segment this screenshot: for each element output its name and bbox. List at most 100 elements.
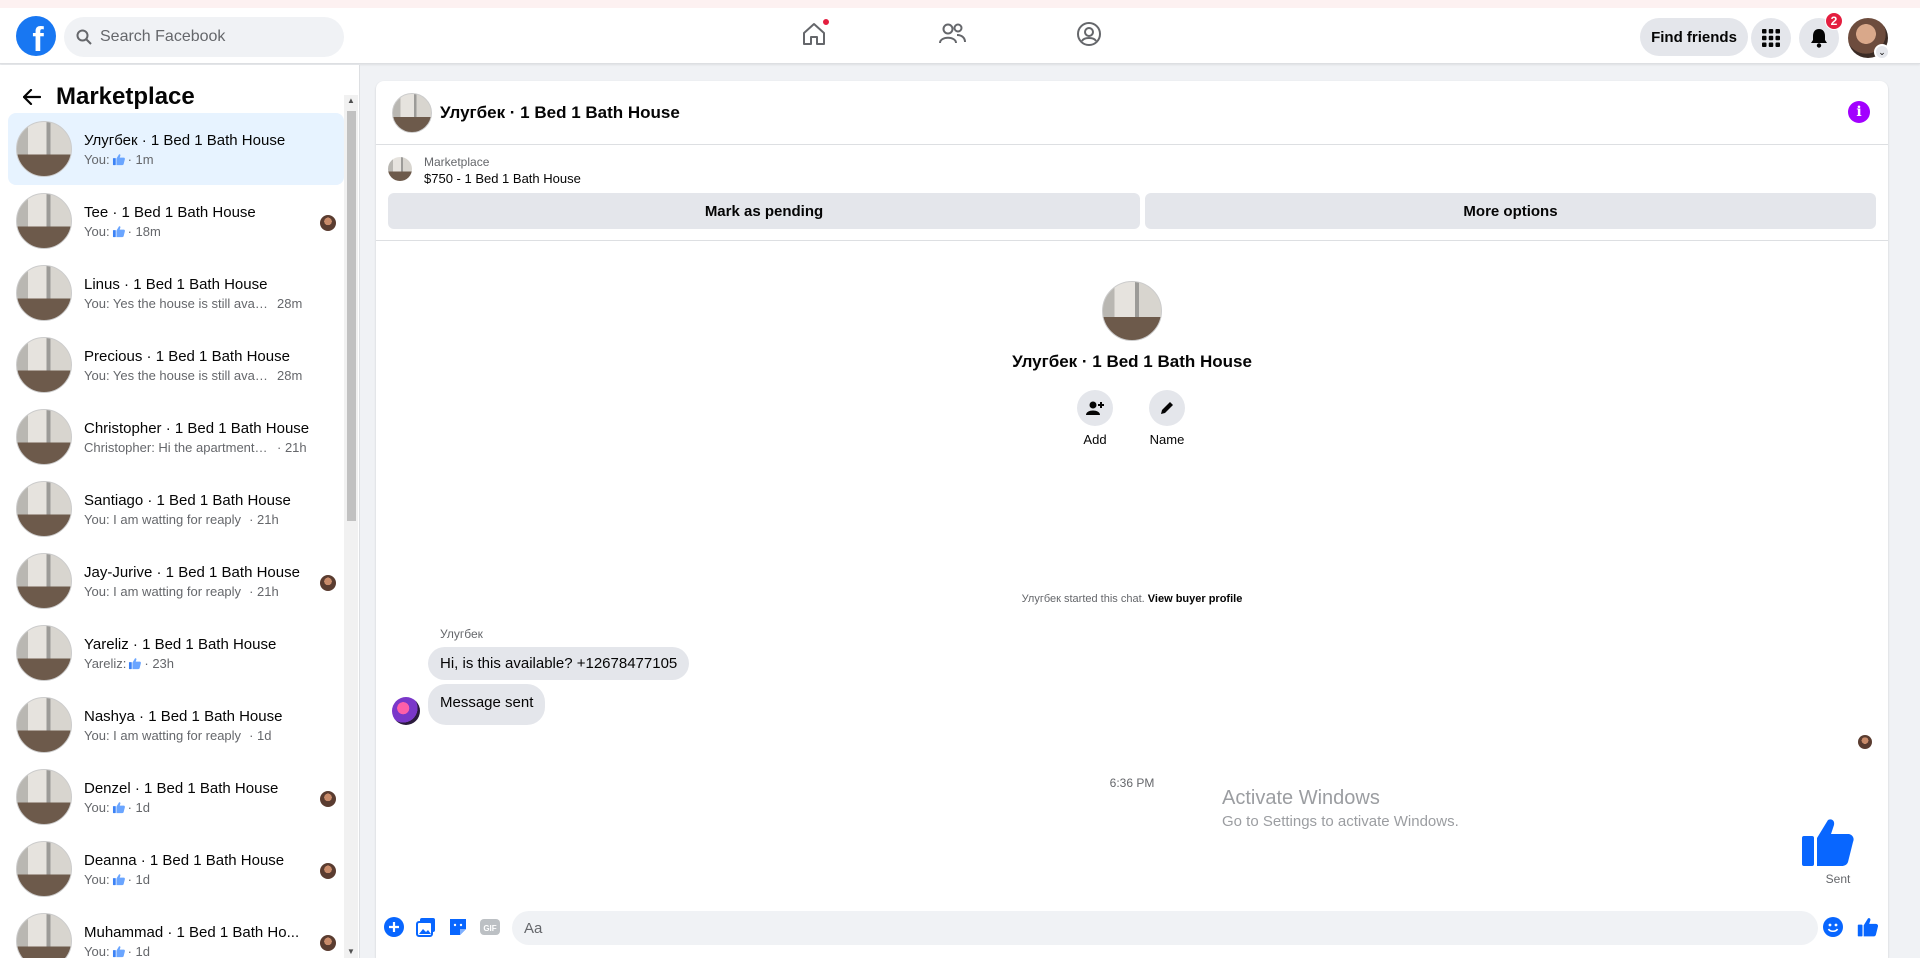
- friends-icon: [939, 23, 966, 44]
- listing-thumbnail[interactable]: [388, 157, 412, 181]
- sent-status-label: Sent: [1825, 872, 1851, 886]
- conversation-item[interactable]: Linus · 1 Bed 1 Bath House You: Yes the h…: [8, 257, 344, 329]
- add-person-icon: [1086, 401, 1104, 415]
- add-people-action[interactable]: Add: [1065, 390, 1125, 447]
- conversation-title: Precious · 1 Bed 1 Bath House: [84, 347, 290, 365]
- search-input[interactable]: [100, 28, 320, 46]
- conversation-text: Denzel · 1 Bed 1 Bath House You: · 1d: [84, 780, 314, 815]
- thumbs-up-icon: [1857, 918, 1879, 937]
- conversation-list: Улугбек · 1 Bed 1 Bath House You: · 1m Tee …: [8, 113, 344, 958]
- conversation-time: 28m: [277, 367, 303, 383]
- conversation-text: Tee · 1 Bed 1 Bath House You: · 18m: [84, 204, 314, 239]
- gif-button[interactable]: GIF: [480, 917, 500, 937]
- conversation-item[interactable]: Jay-Jurive · 1 Bed 1 Bath House You: I am…: [8, 545, 344, 617]
- message-sender-name: Улугбек: [440, 627, 483, 641]
- conversation-item[interactable]: Santiago · 1 Bed 1 Bath House You: I am w…: [8, 473, 344, 545]
- conversation-snippet: Yareliz: · 23h: [84, 656, 314, 671]
- panel-title: Marketplace: [56, 83, 195, 110]
- message-preview: You: I am watting for reaply: [84, 583, 242, 599]
- name-chat-action[interactable]: Name: [1137, 390, 1197, 447]
- chat-header-avatar[interactable]: [392, 92, 432, 133]
- conversation-time: · 21h: [277, 439, 307, 455]
- conversation-text: Jay-Jurive · 1 Bed 1 Bath House You: I am…: [84, 564, 314, 599]
- view-buyer-profile-link[interactable]: View buyer profile: [1148, 593, 1243, 605]
- name-label: Name: [1149, 432, 1185, 447]
- conversation-item[interactable]: Улугбек · 1 Bed 1 Bath House You: · 1m: [8, 113, 344, 185]
- seen-avatar: [320, 575, 336, 591]
- home-nav-button[interactable]: [800, 18, 830, 48]
- conversation-title: Yareliz · 1 Bed 1 Bath House: [84, 635, 277, 653]
- conversation-title: Santiago · 1 Bed 1 Bath House: [84, 491, 291, 509]
- conversation-title: Deanna · 1 Bed 1 Bath House: [84, 851, 285, 869]
- scrollbar-thumb[interactable]: [347, 111, 356, 521]
- message-preview: You: I am watting for reaply: [84, 727, 242, 743]
- chat-started-notice: Улугбек started this chat. View buyer pr…: [832, 593, 1432, 605]
- conversation-item[interactable]: Yareliz · 1 Bed 1 Bath House Yareliz: · 23…: [8, 617, 344, 689]
- sender-avatar[interactable]: [392, 697, 420, 725]
- seen-avatar: [320, 791, 336, 807]
- facebook-logo[interactable]: f: [16, 16, 56, 56]
- listing-thumbnail: [16, 193, 72, 249]
- attach-photo-button[interactable]: [416, 917, 436, 937]
- thumbs-up-icon: [112, 225, 125, 237]
- conversation-item[interactable]: Deanna · 1 Bed 1 Bath House You: · 1d: [8, 833, 344, 905]
- scrollbar[interactable]: ▲ ▼: [344, 95, 358, 958]
- marketplace-listing-bar: Marketplace $750 - 1 Bed 1 Bath House Ma…: [376, 145, 1888, 241]
- conversation-text: Santiago · 1 Bed 1 Bath House You: I am w…: [84, 492, 314, 527]
- emoji-icon: [1823, 917, 1843, 937]
- add-person-button[interactable]: [1077, 390, 1113, 426]
- conversation-snippet: You: · 1d: [84, 944, 314, 958]
- edit-name-button[interactable]: [1149, 390, 1185, 426]
- conversation-time: · 1d: [127, 799, 150, 815]
- chat-title[interactable]: Улугбек · 1 Bed 1 Bath House: [440, 103, 680, 123]
- emoji-button[interactable]: [1823, 917, 1843, 937]
- conversation-time: · 21h: [249, 583, 279, 599]
- more-actions-button[interactable]: [384, 917, 404, 937]
- conversation-time: · 1d: [127, 871, 150, 887]
- more-options-button[interactable]: More options: [1145, 193, 1876, 229]
- friends-nav-button[interactable]: [938, 20, 966, 48]
- back-button[interactable]: [14, 79, 50, 115]
- notifications-button[interactable]: 2: [1799, 12, 1843, 58]
- conversation-title: Улугбек · 1 Bed 1 Bath House: [84, 131, 286, 149]
- conversation-snippet: You: · 1m: [84, 152, 314, 167]
- conversation-item[interactable]: Christopher · 1 Bed 1 Bath House Christop…: [8, 401, 344, 473]
- listing-thumbnail: [16, 913, 72, 958]
- listing-thumbnail: [16, 481, 72, 537]
- message-bubble[interactable]: Hi, is this available? +12678477105: [428, 647, 690, 680]
- home-notification-dot: [822, 18, 830, 26]
- chat-profile-picture[interactable]: [1102, 281, 1162, 341]
- sticker-button[interactable]: [448, 917, 468, 937]
- conversation-text: Muhammad · 1 Bed 1 Bath Ho... You: · 1d: [84, 924, 314, 958]
- groups-nav-button[interactable]: [1075, 20, 1103, 48]
- conversation-time: · 1d: [249, 727, 272, 743]
- conversation-title: Tee · 1 Bed 1 Bath House: [84, 203, 256, 221]
- message-preview: You: I am watting for reaply: [84, 511, 242, 527]
- search-box[interactable]: [64, 17, 344, 57]
- send-like-button[interactable]: [1856, 915, 1880, 939]
- conversation-title: Muhammad · 1 Bed 1 Bath Ho...: [84, 923, 300, 941]
- conversation-time: · 23h: [144, 655, 175, 671]
- conversation-item[interactable]: Denzel · 1 Bed 1 Bath House You: · 1d: [8, 761, 344, 833]
- thumbs-up-icon: [129, 657, 142, 669]
- conversation-item[interactable]: Tee · 1 Bed 1 Bath House You: · 18m: [8, 185, 344, 257]
- scroll-down-arrow-icon[interactable]: ▼: [347, 948, 355, 956]
- info-icon[interactable]: i: [1848, 101, 1870, 123]
- chevron-down-icon[interactable]: ⌄: [1874, 44, 1890, 60]
- listing-price-title[interactable]: $750 - 1 Bed 1 Bath House: [424, 171, 581, 186]
- back-arrow-icon: [23, 89, 41, 105]
- scroll-up-arrow-icon[interactable]: ▲: [347, 97, 355, 105]
- message-bubble[interactable]: Message sent: [428, 684, 546, 725]
- listing-thumbnail: [16, 769, 72, 825]
- conversation-text: Precious · 1 Bed 1 Bath House You: Yes th…: [84, 348, 314, 383]
- message-preview: Christopher: Hi the apartment is f...: [84, 439, 269, 455]
- conversation-item[interactable]: Precious · 1 Bed 1 Bath House You: Yes th…: [8, 329, 344, 401]
- facebook-logo-letter: f: [32, 21, 44, 56]
- conversation-item[interactable]: Nashya · 1 Bed 1 Bath House You: I am wat…: [8, 689, 344, 761]
- menu-button[interactable]: [1751, 18, 1791, 58]
- mark-as-pending-button[interactable]: Mark as pending: [388, 193, 1140, 229]
- message-input[interactable]: [512, 911, 1818, 945]
- grid-menu-icon: [1762, 29, 1780, 47]
- conversation-item[interactable]: Muhammad · 1 Bed 1 Bath Ho... You: · 1d: [8, 905, 344, 958]
- find-friends-button[interactable]: Find friends: [1640, 18, 1748, 56]
